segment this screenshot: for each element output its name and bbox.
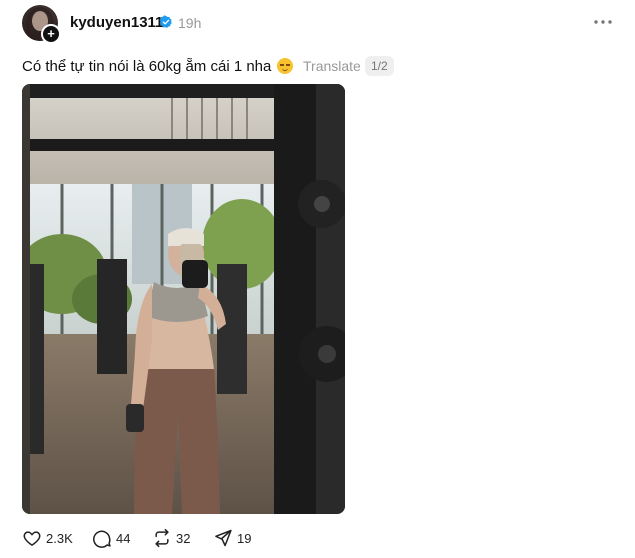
share-count: 19 — [237, 530, 252, 546]
post-timestamp[interactable]: 19h — [178, 15, 201, 31]
translate-link[interactable]: Translate — [303, 58, 361, 74]
repost-count: 32 — [176, 530, 191, 546]
like-button[interactable]: 2.3K — [22, 528, 73, 548]
relieved-face-emoji — [277, 58, 294, 74]
thread-post: + kyduyen1311 19h Có thể tự tin nói là 6… — [0, 0, 635, 558]
comment-count: 44 — [116, 530, 131, 546]
post-photo[interactable] — [22, 84, 345, 514]
comment-button[interactable]: 44 — [92, 528, 130, 548]
heart-icon — [23, 531, 41, 546]
like-count: 2.3K — [46, 530, 73, 546]
media-page-indicator: 1/2 — [365, 56, 394, 76]
username[interactable]: kyduyen1311 — [70, 14, 163, 31]
verified-badge-icon — [159, 15, 172, 28]
repost-icon — [155, 528, 169, 548]
share-button[interactable]: 19 — [213, 528, 251, 548]
post-caption: Có thể tự tin nói là 60kg ẵm cái 1 nha — [22, 58, 294, 75]
repost-button[interactable]: 32 — [152, 528, 190, 548]
comment-bubble-icon — [93, 530, 111, 548]
gym-mirror-selfie-image — [22, 84, 345, 514]
follow-plus-icon[interactable]: + — [41, 24, 61, 44]
send-icon — [215, 529, 232, 547]
avatar[interactable]: + — [22, 5, 61, 44]
more-options-icon[interactable] — [592, 13, 614, 31]
caption-text: Có thể tự tin nói là 60kg ẵm cái 1 nha — [22, 58, 272, 75]
